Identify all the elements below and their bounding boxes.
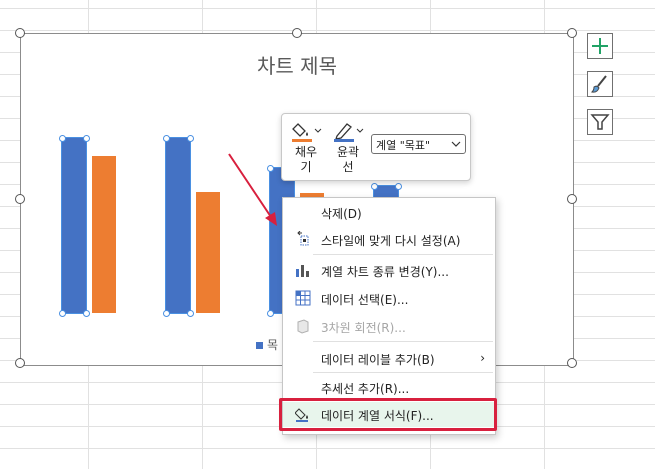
outline-button[interactable]: 윤곽 선	[330, 120, 366, 175]
paint-bucket-icon	[292, 123, 322, 142]
selection-point[interactable]	[187, 135, 194, 142]
selection-point[interactable]	[83, 135, 90, 142]
menu-item-label: 3차원 회전(R)...	[321, 321, 406, 335]
sheet-gridline	[0, 30, 655, 31]
mini-toolbar: 채우 기 윤곽 선 계열 "목표"	[281, 113, 471, 181]
legend-swatch	[256, 342, 263, 349]
selection-point[interactable]	[83, 310, 90, 317]
menu-item-select-data[interactable]: 데이터 선택(E)...	[283, 286, 495, 311]
resize-handle-bottom-left[interactable]	[15, 358, 25, 368]
chart-styles-button[interactable]	[587, 71, 613, 97]
chart-elements-button[interactable]	[587, 33, 613, 59]
plus-icon	[592, 38, 608, 54]
brush-icon	[590, 75, 607, 93]
menu-item-label: 계열 차트 종류 변경(Y)...	[321, 265, 449, 279]
menu-item-add-data-labels[interactable]: 데이터 레이블 추가(B) ›	[283, 346, 495, 371]
menu-item-delete[interactable]: 삭제(D)	[283, 200, 495, 225]
menu-item-change-chart-type[interactable]: 계열 차트 종류 변경(Y)...	[283, 258, 495, 283]
menu-item-label: 데이터 선택(E)...	[321, 293, 409, 307]
chart-title[interactable]: 차트 제목	[21, 50, 573, 79]
series-select[interactable]: 계열 "목표"	[371, 134, 466, 154]
chart-filters-button[interactable]	[587, 109, 613, 135]
chevron-down-icon	[451, 141, 461, 147]
resize-handle-top[interactable]	[292, 28, 302, 38]
selection-point[interactable]	[395, 183, 402, 190]
submenu-arrow-icon: ›	[480, 351, 485, 365]
fill-label-1: 채우	[294, 145, 318, 159]
rotate-3d-icon	[297, 319, 309, 334]
selection-point[interactable]	[59, 310, 66, 317]
fill-label-2: 기	[300, 160, 312, 174]
filter-icon	[590, 114, 610, 130]
menu-separator	[313, 341, 493, 342]
chart-bar-series2-2[interactable]	[196, 192, 220, 313]
resize-handle-left[interactable]	[15, 194, 25, 204]
menu-item-label: 추세선 추가(R)...	[321, 382, 410, 396]
resize-handle-right[interactable]	[567, 194, 577, 204]
outline-label-1: 윤곽	[336, 145, 360, 159]
sheet-gridline	[0, 448, 655, 449]
chart-bar-series1-2[interactable]	[165, 137, 191, 314]
selection-point[interactable]	[163, 135, 170, 142]
resize-handle-top-left[interactable]	[15, 28, 25, 38]
resize-handle-top-right[interactable]	[567, 28, 577, 38]
menu-item-add-trendline[interactable]: 추세선 추가(R)...	[283, 375, 495, 400]
legend-label: 목	[267, 338, 279, 352]
menu-item-3d-rotation[interactable]: 3차원 회전(R)...	[283, 314, 495, 339]
outline-label-2: 선	[342, 160, 354, 174]
selection-point[interactable]	[163, 310, 170, 317]
resize-handle-bottom-right[interactable]	[567, 358, 577, 368]
chart-bar-series1-1[interactable]	[61, 137, 87, 314]
menu-separator	[313, 254, 493, 255]
selection-point[interactable]	[371, 183, 378, 190]
chart-bar-series2-1[interactable]	[92, 156, 116, 313]
chart-type-icon	[296, 265, 309, 277]
reset-style-icon	[297, 231, 309, 246]
pen-icon	[334, 123, 364, 142]
data-select-icon	[295, 290, 311, 306]
sheet-gridline	[0, 8, 655, 9]
selection-point[interactable]	[267, 310, 274, 317]
menu-separator	[313, 372, 493, 373]
menu-item-label: 데이터 레이블 추가(B)	[321, 353, 435, 367]
selection-point[interactable]	[59, 135, 66, 142]
menu-item-label: 스타일에 맞게 다시 설정(A)	[321, 234, 461, 248]
selection-point[interactable]	[187, 310, 194, 317]
annotation-arrow-icon	[228, 153, 277, 226]
menu-item-reset-style[interactable]: 스타일에 맞게 다시 설정(A)	[283, 227, 495, 252]
series-select-value: 계열 "목표"	[376, 139, 431, 152]
menu-item-label: 삭제(D)	[321, 207, 362, 221]
highlight-box	[279, 398, 497, 431]
fill-button[interactable]: 채우 기	[288, 120, 324, 175]
chart-legend[interactable]: 목	[256, 336, 278, 353]
